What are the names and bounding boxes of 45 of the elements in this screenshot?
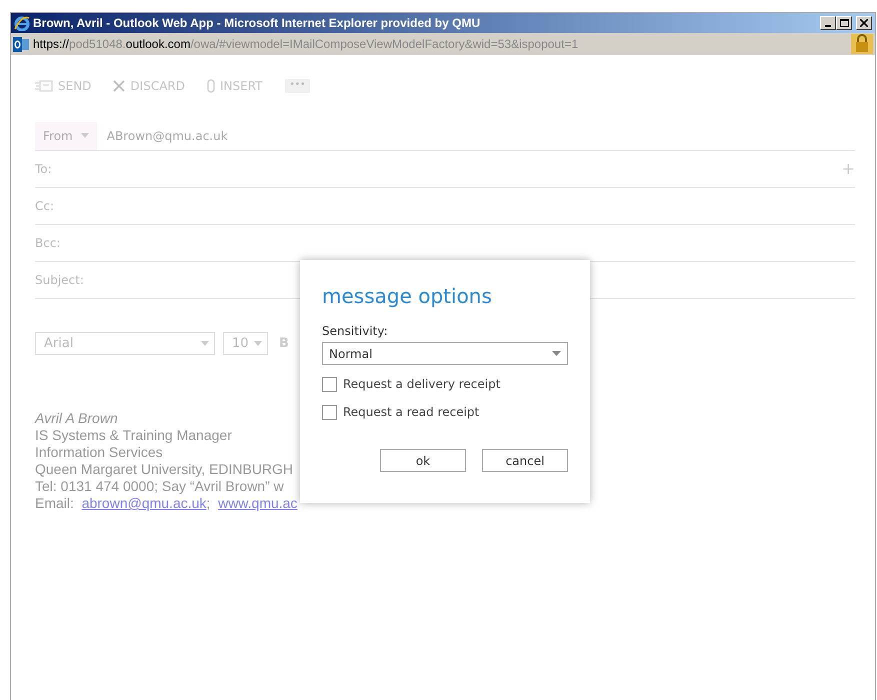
caret-icon	[80, 133, 89, 138]
add-button[interactable]: +	[842, 157, 855, 181]
sensitivity-dropdown[interactable]: Normal	[322, 342, 568, 365]
outlook-icon	[13, 36, 29, 52]
ok-button[interactable]: ok	[380, 449, 466, 472]
dialog-title: message options	[322, 284, 493, 308]
close-icon	[113, 80, 126, 92]
maximize-icon	[840, 19, 848, 27]
checkbox[interactable]	[322, 376, 337, 392]
signature-line: Tel: 0131 474 0000; Say “Avril Brown” w	[35, 478, 284, 495]
send-button[interactable]: SEND	[35, 77, 92, 95]
discard-button[interactable]: DISCARD	[113, 77, 185, 95]
close-button[interactable]	[856, 16, 872, 30]
field-label: To:	[35, 161, 52, 178]
sensitivity-label: Sensitivity:	[322, 323, 389, 340]
from-button[interactable]: From	[35, 122, 97, 150]
link[interactable]: www.qmu.ac	[218, 495, 298, 511]
font-size-dropdown[interactable]: 10	[223, 332, 268, 355]
minimize-button[interactable]	[820, 16, 836, 30]
caret-icon	[552, 351, 561, 356]
cancel-button[interactable]: cancel	[482, 449, 568, 472]
field-label: Bcc:	[35, 235, 60, 252]
checkbox-label: Request a read receipt	[343, 404, 480, 421]
more-button[interactable]: •••	[284, 79, 310, 93]
caret-icon	[201, 341, 209, 346]
checkbox[interactable]	[322, 404, 337, 420]
insert-button[interactable]: INSERT	[206, 77, 262, 95]
link[interactable]: abrown@qmu.ac.uk	[82, 495, 206, 511]
paperclip-icon	[206, 79, 215, 93]
field-label: Cc:	[35, 198, 54, 215]
signature-line: Information Services	[35, 444, 163, 461]
close-icon	[860, 19, 868, 27]
from-address: ABrown@qmu.ac.uk	[106, 128, 228, 144]
window-title: Brown, Avril - Outlook Web App - Microsoft Internet Explorer provided by QMU	[33, 16, 480, 30]
browser-icon	[14, 15, 30, 31]
signature-name: Avril A Brown	[35, 410, 118, 427]
caret-icon	[254, 341, 262, 346]
field-label: Subject:	[35, 272, 84, 289]
signature-line: Email: abrown@qmu.ac.uk; www.qmu.ac	[35, 495, 298, 512]
send-icon	[35, 80, 53, 92]
maximize-button[interactable]	[836, 16, 852, 30]
font-dropdown[interactable]: Arial	[35, 332, 215, 355]
signature-line: IS Systems & Training Manager	[35, 427, 232, 444]
checkbox-label: Request a delivery receipt	[343, 376, 500, 393]
signature-line: Queen Margaret University, EDINBURGH	[35, 461, 294, 478]
